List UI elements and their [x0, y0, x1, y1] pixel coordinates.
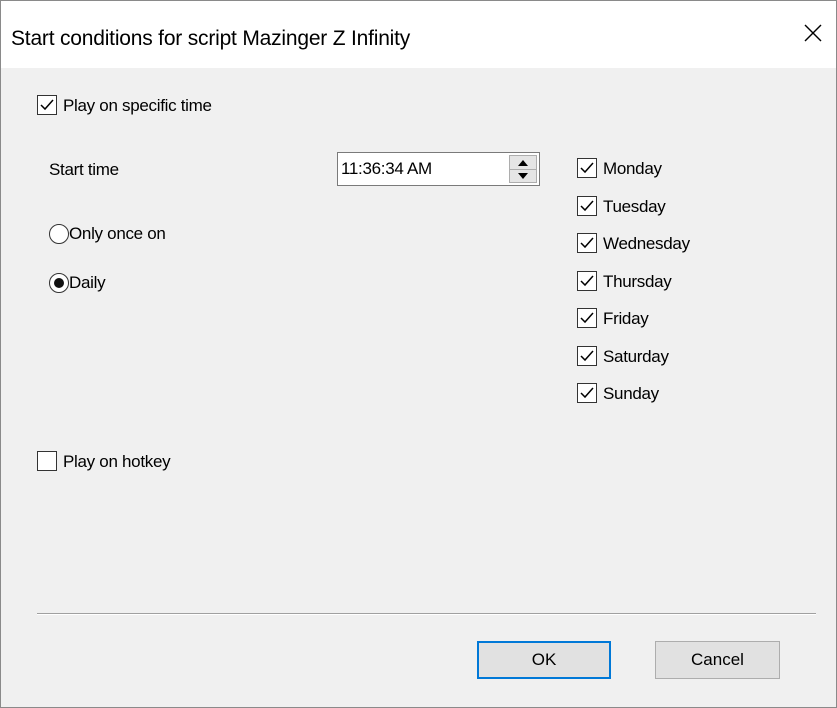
day-label-thursday[interactable]: Thursday [603, 272, 672, 292]
day-checkbox-wednesday[interactable] [577, 233, 597, 253]
checkmark-icon [580, 162, 594, 174]
start-conditions-dialog: Start conditions for script Mazinger Z I… [0, 0, 837, 708]
play-on-hotkey-label[interactable]: Play on hotkey [63, 452, 171, 472]
start-time-label: Start time [49, 160, 119, 179]
day-label-saturday[interactable]: Saturday [603, 347, 669, 367]
spin-down-button[interactable] [510, 169, 536, 182]
radio-selected-dot [54, 278, 64, 288]
checkmark-icon [580, 200, 594, 212]
start-time-picker[interactable]: 11:36:34 AM [337, 152, 540, 186]
play-on-specific-time-label[interactable]: Play on specific time [63, 96, 212, 116]
day-checkbox-saturday[interactable] [577, 346, 597, 366]
daily-radio[interactable] [49, 273, 69, 293]
triangle-down-icon [518, 172, 528, 179]
day-label-monday[interactable]: Monday [603, 159, 662, 179]
checkmark-icon [580, 312, 594, 324]
cancel-button[interactable]: Cancel [655, 641, 780, 679]
triangle-up-icon [518, 159, 528, 166]
only-once-label[interactable]: Only once on [69, 224, 166, 244]
time-spinner[interactable] [509, 155, 537, 183]
day-label-wednesday[interactable]: Wednesday [603, 234, 690, 254]
day-checkbox-sunday[interactable] [577, 383, 597, 403]
start-time-value[interactable]: 11:36:34 AM [341, 159, 432, 179]
play-on-specific-time-checkbox[interactable] [37, 95, 57, 115]
close-icon [804, 24, 822, 42]
day-label-sunday[interactable]: Sunday [603, 384, 659, 404]
play-on-hotkey-checkbox[interactable] [37, 451, 57, 471]
dialog-title: Start conditions for script Mazinger Z I… [11, 27, 411, 50]
checkmark-icon [580, 275, 594, 287]
only-once-radio[interactable] [49, 224, 69, 244]
day-checkbox-friday[interactable] [577, 308, 597, 328]
dialog-body: Play on specific time Start time 11:36:3… [1, 68, 836, 707]
separator [37, 613, 816, 615]
checkmark-icon [580, 387, 594, 399]
day-label-friday[interactable]: Friday [603, 309, 649, 329]
day-label-tuesday[interactable]: Tuesday [603, 197, 666, 217]
day-checkbox-monday[interactable] [577, 158, 597, 178]
checkmark-icon [580, 237, 594, 249]
checkmark-icon [580, 350, 594, 362]
day-checkbox-tuesday[interactable] [577, 196, 597, 216]
spin-up-button[interactable] [510, 156, 536, 170]
ok-button[interactable]: OK [477, 641, 611, 679]
day-checkbox-thursday[interactable] [577, 271, 597, 291]
checkmark-icon [40, 99, 54, 111]
daily-label[interactable]: Daily [69, 273, 106, 293]
close-button[interactable] [790, 13, 836, 53]
title-bar: Start conditions for script Mazinger Z I… [1, 1, 836, 68]
